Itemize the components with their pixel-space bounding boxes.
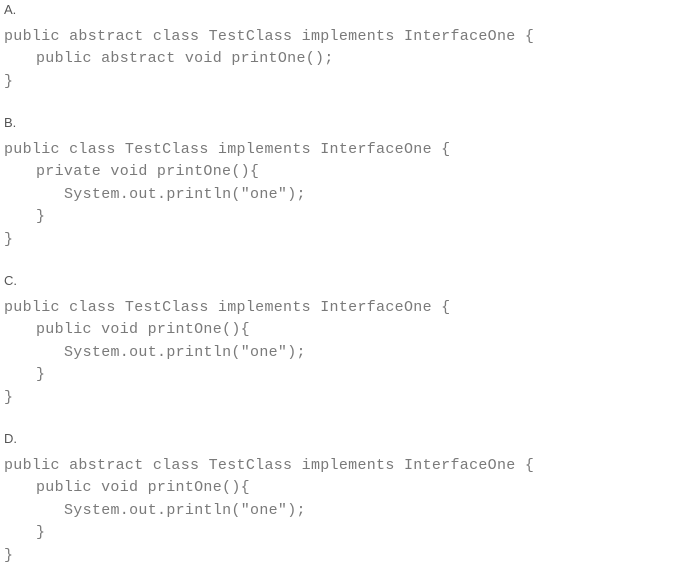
code-line: } xyxy=(4,206,683,229)
option-a: A. public abstract class TestClass implem… xyxy=(0,0,683,93)
code-line: } xyxy=(4,364,683,387)
option-label: B. xyxy=(0,113,683,133)
code-line: public abstract class TestClass implemen… xyxy=(4,26,683,49)
option-label: C. xyxy=(0,271,683,291)
option-c: C. public class TestClass implements Inte… xyxy=(0,271,683,409)
code-line: } xyxy=(4,71,683,94)
code-options-container: A. public abstract class TestClass implem… xyxy=(0,0,683,567)
code-line: private void printOne(){ xyxy=(4,161,683,184)
code-line: System.out.println("one"); xyxy=(4,184,683,207)
option-d: D. public abstract class TestClass implem… xyxy=(0,429,683,567)
code-line: public void printOne(){ xyxy=(4,477,683,500)
code-line: System.out.println("one"); xyxy=(4,500,683,523)
option-b: B. public class TestClass implements Inte… xyxy=(0,113,683,251)
code-line: public class TestClass implements Interf… xyxy=(4,139,683,162)
code-line: public void printOne(){ xyxy=(4,319,683,342)
code-block: public class TestClass implements Interf… xyxy=(0,297,683,410)
option-label: D. xyxy=(0,429,683,449)
code-line: public abstract class TestClass implemen… xyxy=(4,455,683,478)
code-block: public abstract class TestClass implemen… xyxy=(0,455,683,567)
code-line: } xyxy=(4,522,683,545)
code-line: public abstract void printOne(); xyxy=(4,48,683,71)
code-line: System.out.println("one"); xyxy=(4,342,683,365)
code-block: public class TestClass implements Interf… xyxy=(0,139,683,252)
code-block: public abstract class TestClass implemen… xyxy=(0,26,683,94)
code-line: public class TestClass implements Interf… xyxy=(4,297,683,320)
code-line: } xyxy=(4,387,683,410)
code-line: } xyxy=(4,229,683,252)
option-label: A. xyxy=(0,0,683,20)
code-line: } xyxy=(4,545,683,567)
